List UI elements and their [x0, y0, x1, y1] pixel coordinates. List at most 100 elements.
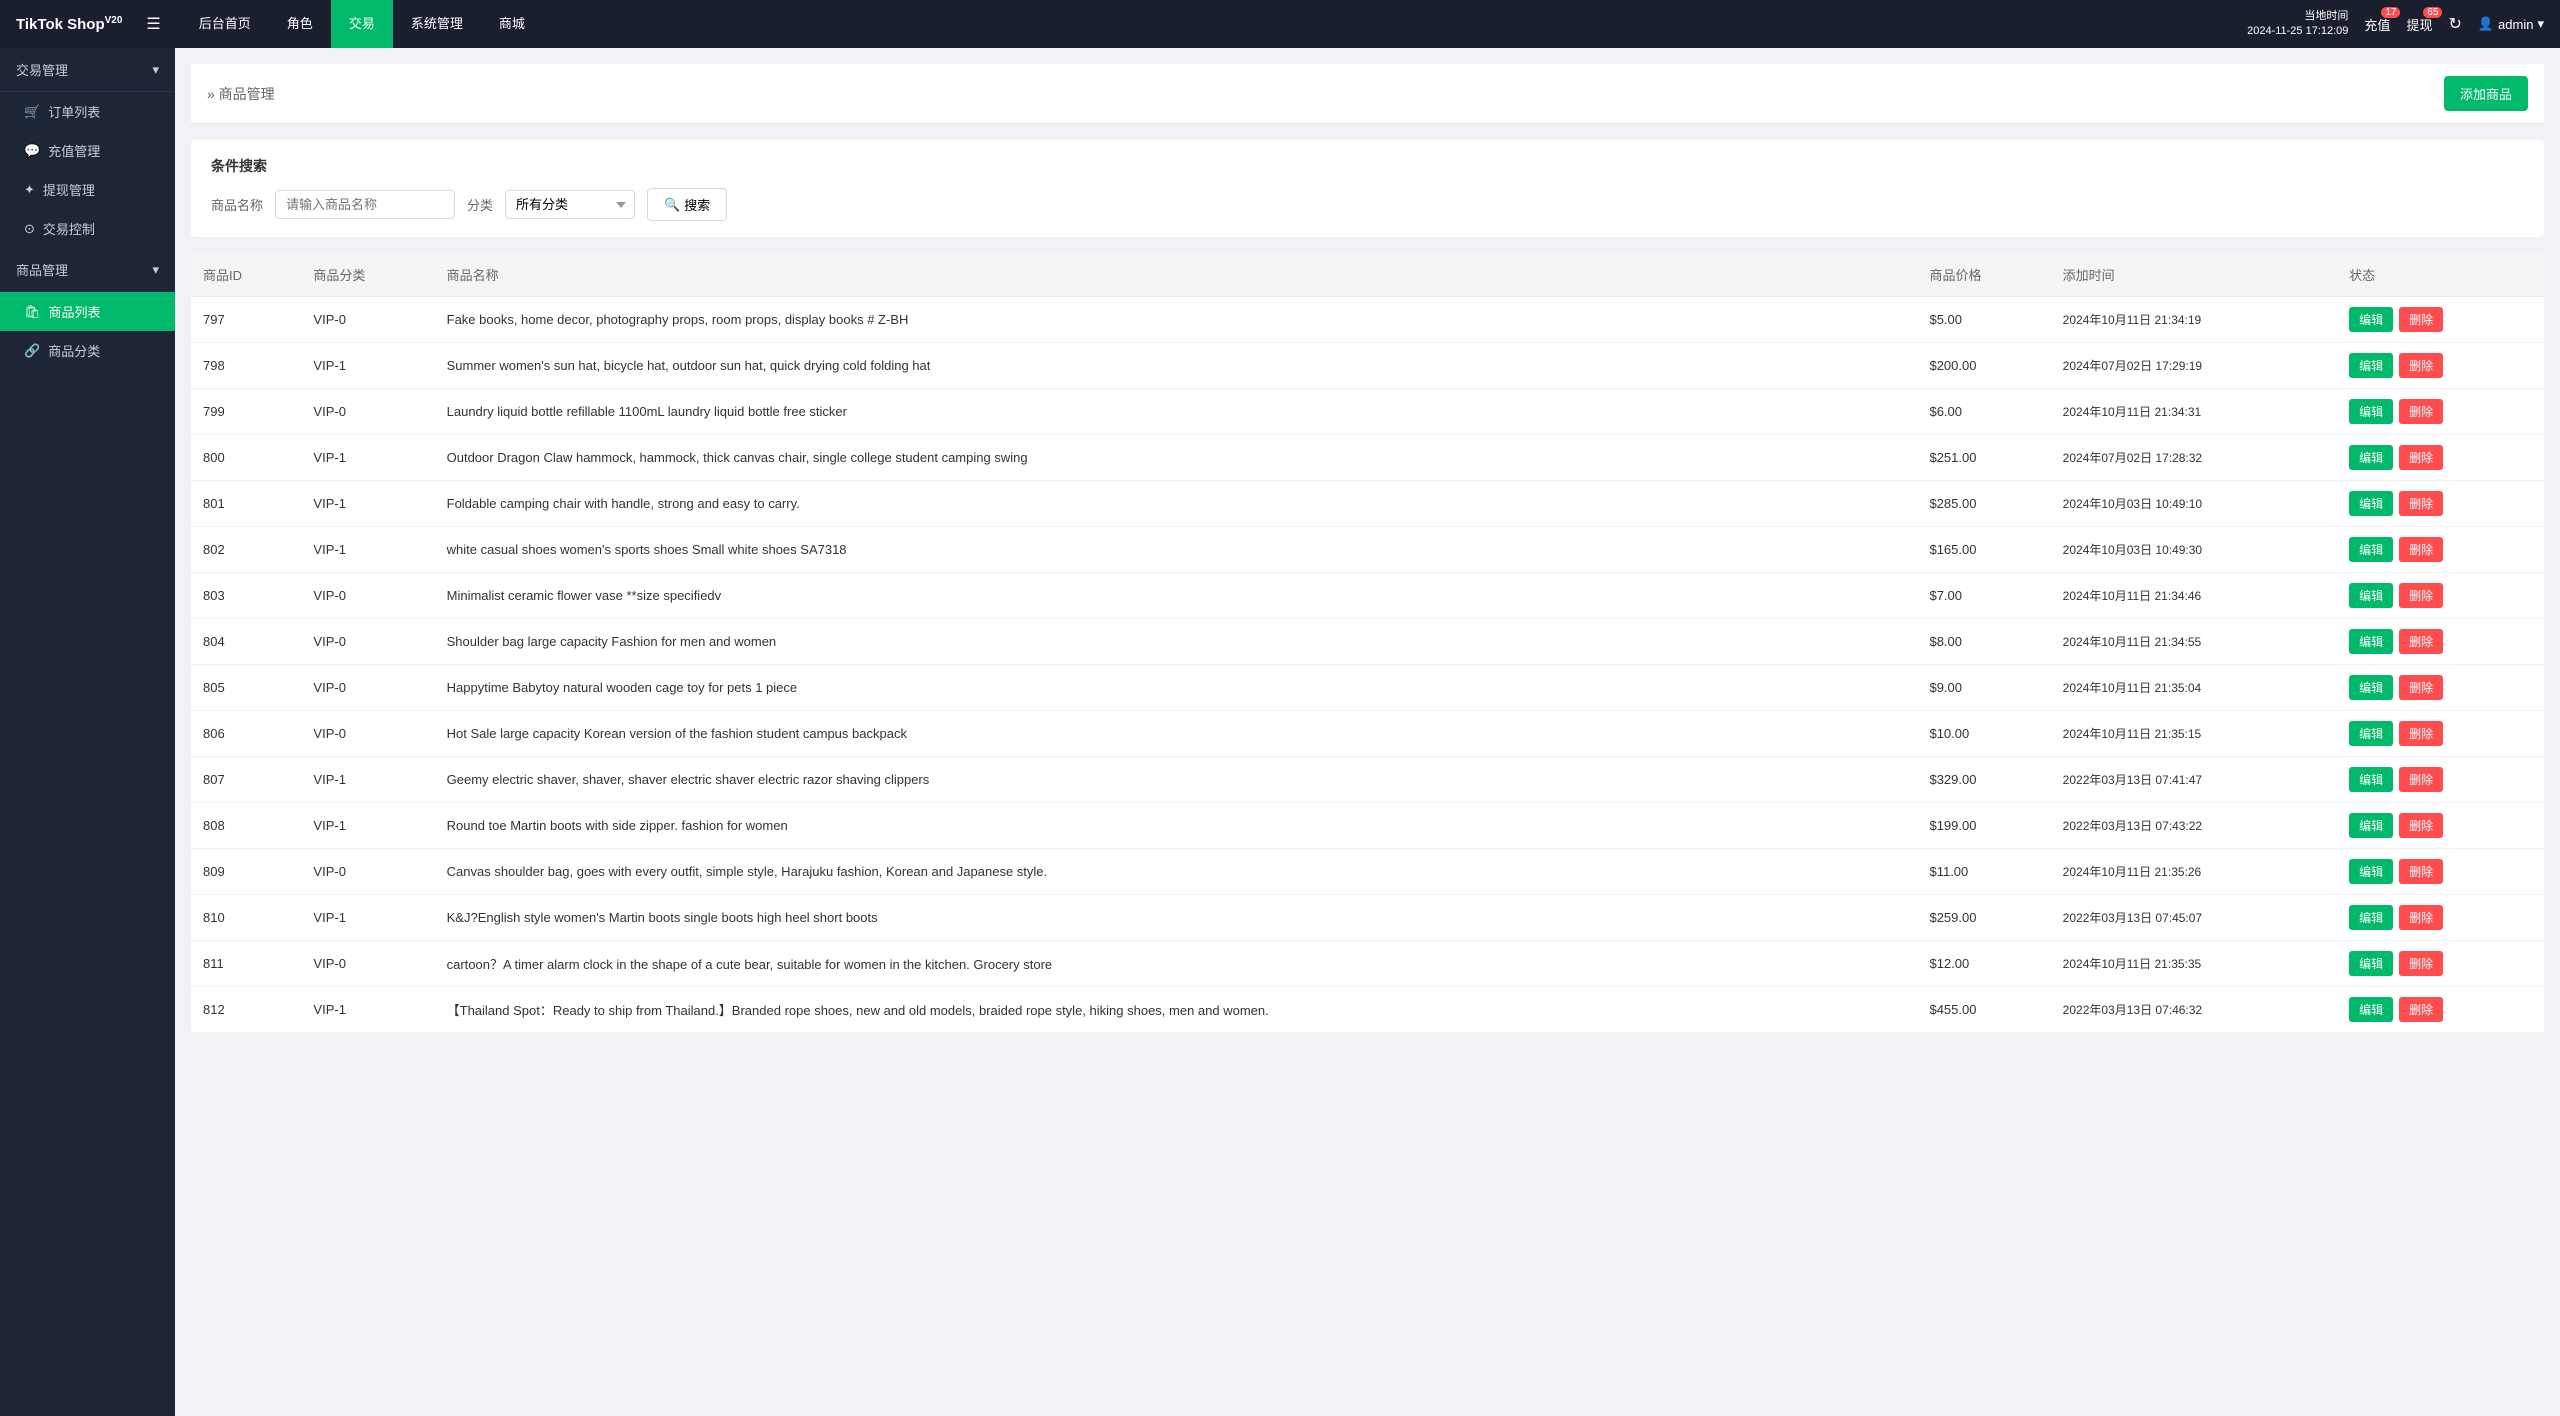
delete-button[interactable]: 删除: [2399, 307, 2443, 332]
edit-button[interactable]: 编辑: [2349, 629, 2393, 654]
edit-button[interactable]: 编辑: [2349, 583, 2393, 608]
delete-button[interactable]: 删除: [2399, 767, 2443, 792]
sidebar-item-withdraw[interactable]: ✦ 提现管理: [0, 170, 175, 209]
delete-button[interactable]: 删除: [2399, 997, 2443, 1022]
edit-button[interactable]: 编辑: [2349, 997, 2393, 1022]
cell-time: 2024年10月03日 10:49:30: [2051, 527, 2337, 573]
add-product-button[interactable]: 添加商品: [2444, 76, 2528, 111]
time-block: 当地时间 2024-11-25 17:12:09: [2247, 9, 2348, 40]
nav-item-trade[interactable]: 交易: [331, 0, 393, 48]
cell-time: 2022年03月13日 07:41:47: [2051, 757, 2337, 803]
cell-cat: VIP-1: [301, 895, 434, 941]
sidebar-group-products-header[interactable]: 商品管理 ▾: [0, 248, 175, 292]
delete-button[interactable]: 删除: [2399, 445, 2443, 470]
delete-button[interactable]: 删除: [2399, 813, 2443, 838]
cell-time: 2024年10月11日 21:35:04: [2051, 665, 2337, 711]
cell-id: 807: [191, 757, 301, 803]
cell-name: Laundry liquid bottle refillable 1100mL …: [435, 389, 1918, 435]
nav-item-home[interactable]: 后台首页: [181, 0, 269, 48]
delete-button[interactable]: 删除: [2399, 905, 2443, 930]
edit-button[interactable]: 编辑: [2349, 951, 2393, 976]
search-name-label: 商品名称: [211, 195, 263, 214]
cell-time: 2024年10月11日 21:35:15: [2051, 711, 2337, 757]
edit-button[interactable]: 编辑: [2349, 675, 2393, 700]
search-row: 商品名称 分类 所有分类 VIP-0 VIP-1 🔍 搜索: [211, 188, 2524, 221]
delete-button[interactable]: 删除: [2399, 399, 2443, 424]
table-row: 806 VIP-0 Hot Sale large capacity Korean…: [191, 711, 2544, 757]
cell-id: 808: [191, 803, 301, 849]
cell-actions: 编辑 删除: [2337, 481, 2544, 527]
cell-price: $285.00: [1917, 481, 2050, 527]
admin-menu[interactable]: 👤 admin ▾: [2478, 16, 2544, 32]
edit-button[interactable]: 编辑: [2349, 399, 2393, 424]
cell-name: cartoon？A timer alarm clock in the shape…: [435, 941, 1918, 987]
cell-actions: 编辑 删除: [2337, 619, 2544, 665]
edit-button[interactable]: 编辑: [2349, 905, 2393, 930]
delete-button[interactable]: 删除: [2399, 859, 2443, 884]
delete-button[interactable]: 删除: [2399, 491, 2443, 516]
time-label: 当地时间: [2247, 9, 2348, 24]
action-buttons: 编辑 删除: [2349, 629, 2532, 654]
delete-button[interactable]: 删除: [2399, 629, 2443, 654]
cell-name: Foldable camping chair with handle, stro…: [435, 481, 1918, 527]
delete-button[interactable]: 删除: [2399, 353, 2443, 378]
cell-id: 797: [191, 297, 301, 343]
cell-id: 806: [191, 711, 301, 757]
refresh-button[interactable]: ↻: [2448, 14, 2461, 34]
nav-item-shop[interactable]: 商城: [481, 0, 543, 48]
table-row: 809 VIP-0 Canvas shoulder bag, goes with…: [191, 849, 2544, 895]
table-row: 811 VIP-0 cartoon？A timer alarm clock in…: [191, 941, 2544, 987]
admin-chevron-icon: ▾: [2537, 16, 2544, 32]
edit-button[interactable]: 编辑: [2349, 537, 2393, 562]
admin-label: admin: [2498, 17, 2533, 32]
sidebar-group-trade-header[interactable]: 交易管理 ▾: [0, 48, 175, 92]
cell-cat: VIP-0: [301, 665, 434, 711]
cell-actions: 编辑 删除: [2337, 895, 2544, 941]
cell-price: $251.00: [1917, 435, 2050, 481]
edit-button[interactable]: 编辑: [2349, 353, 2393, 378]
cell-cat: VIP-0: [301, 711, 434, 757]
layout: 交易管理 ▾ 🛒 订单列表 💬 充值管理 ✦ 提现管理 ⊙ 交易控制: [0, 0, 2560, 1416]
cell-cat: VIP-0: [301, 849, 434, 895]
cell-id: 812: [191, 987, 301, 1033]
sidebar-item-orders[interactable]: 🛒 订单列表: [0, 92, 175, 131]
edit-button[interactable]: 编辑: [2349, 767, 2393, 792]
delete-button[interactable]: 删除: [2399, 951, 2443, 976]
delete-button[interactable]: 删除: [2399, 675, 2443, 700]
product-table: 商品ID 商品分类 商品名称 商品价格 添加时间 状态 797 VIP-0 Fa…: [191, 253, 2544, 1033]
sidebar-item-product-list[interactable]: 🛍 商品列表: [0, 292, 175, 331]
cell-cat: VIP-1: [301, 343, 434, 389]
edit-button[interactable]: 编辑: [2349, 445, 2393, 470]
withdraw-button[interactable]: 提现 65: [2406, 15, 2432, 34]
edit-button[interactable]: 编辑: [2349, 813, 2393, 838]
top-navigation: TikTok ShopV20 ☰ 后台首页 角色 交易 系统管理 商城 当地时间…: [0, 0, 2560, 48]
cell-time: 2024年10月03日 10:49:10: [2051, 481, 2337, 527]
edit-button[interactable]: 编辑: [2349, 859, 2393, 884]
chevron-down-icon: ▾: [152, 62, 159, 78]
sidebar-item-product-category[interactable]: 🔗 商品分类: [0, 331, 175, 370]
cell-price: $165.00: [1917, 527, 2050, 573]
cell-price: $259.00: [1917, 895, 2050, 941]
cell-cat: VIP-1: [301, 987, 434, 1033]
menu-toggle-icon[interactable]: ☰: [146, 14, 160, 34]
delete-button[interactable]: 删除: [2399, 721, 2443, 746]
edit-button[interactable]: 编辑: [2349, 491, 2393, 516]
sidebar-item-recharge[interactable]: 💬 充值管理: [0, 131, 175, 170]
nav-item-role[interactable]: 角色: [269, 0, 331, 48]
table-row: 798 VIP-1 Summer women's sun hat, bicycl…: [191, 343, 2544, 389]
action-buttons: 编辑 删除: [2349, 721, 2532, 746]
cell-time: 2022年03月13日 07:43:22: [2051, 803, 2337, 849]
cell-id: 800: [191, 435, 301, 481]
delete-button[interactable]: 删除: [2399, 537, 2443, 562]
search-input[interactable]: [275, 190, 455, 219]
cell-id: 810: [191, 895, 301, 941]
charge-button[interactable]: 充值 17: [2364, 15, 2390, 34]
edit-button[interactable]: 编辑: [2349, 307, 2393, 332]
nav-item-system[interactable]: 系统管理: [393, 0, 481, 48]
edit-button[interactable]: 编辑: [2349, 721, 2393, 746]
sidebar-item-trade-control[interactable]: ⊙ 交易控制: [0, 209, 175, 248]
category-select[interactable]: 所有分类 VIP-0 VIP-1: [505, 190, 635, 219]
delete-button[interactable]: 删除: [2399, 583, 2443, 608]
search-button[interactable]: 🔍 搜索: [647, 188, 727, 221]
withdraw-badge: 65: [2423, 7, 2442, 18]
